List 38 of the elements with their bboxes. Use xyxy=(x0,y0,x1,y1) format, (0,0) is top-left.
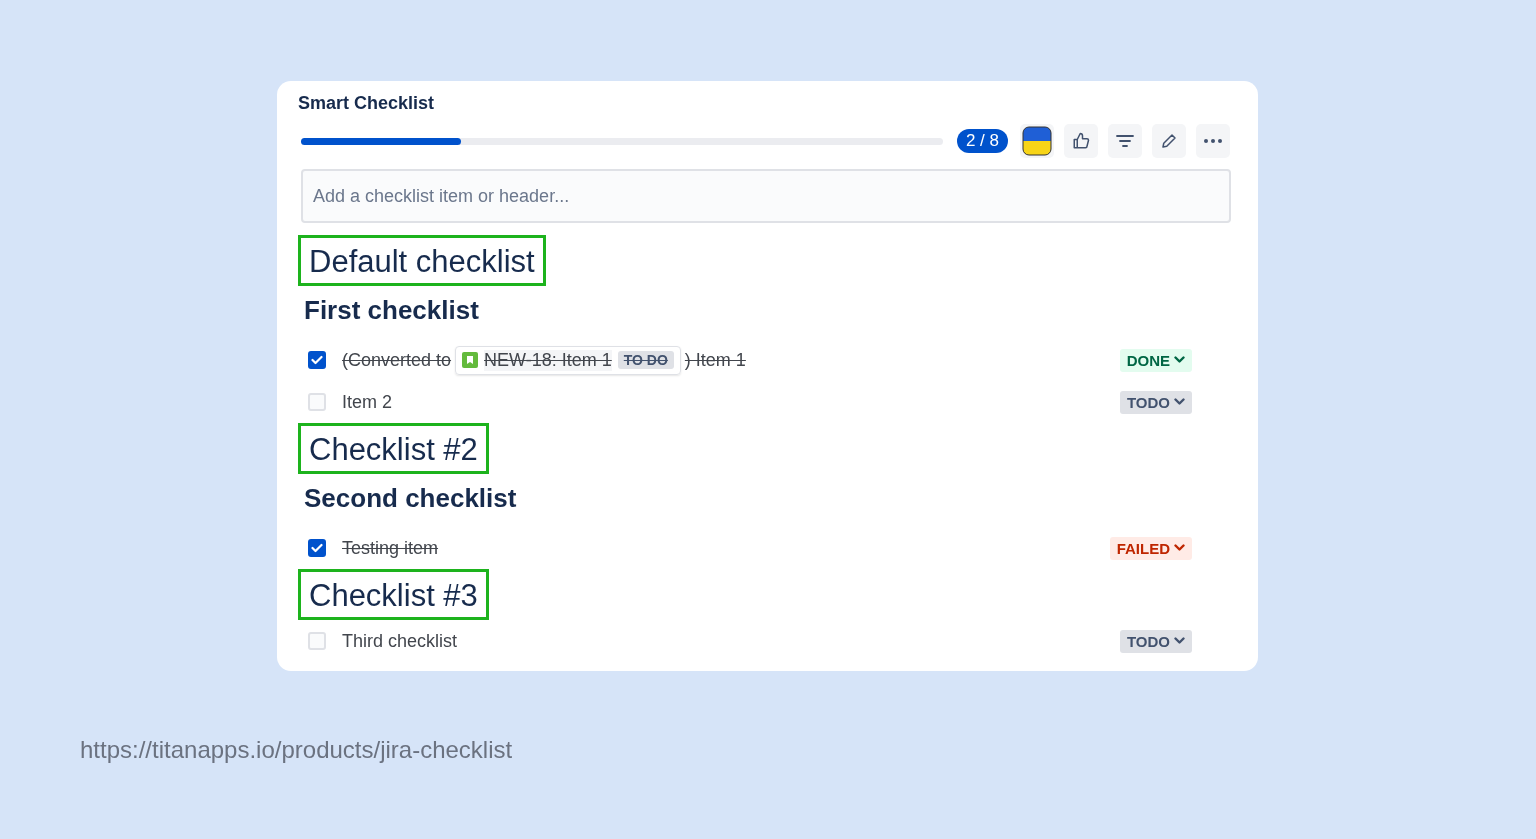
status-dropdown[interactable]: TODO xyxy=(1119,629,1192,653)
item-text: Testing item xyxy=(342,537,439,559)
checklist-header: Default checklist xyxy=(298,235,546,286)
pencil-icon xyxy=(1160,132,1178,150)
item-text: Item 2 xyxy=(342,391,393,413)
panel-title: Smart Checklist xyxy=(298,93,436,115)
flag-icon xyxy=(1022,126,1052,156)
source-url: https://titanapps.io/products/jira-checklist xyxy=(80,736,514,764)
item-text: (Converted to xyxy=(342,349,452,371)
more-button[interactable] xyxy=(1196,124,1230,158)
issue-link[interactable]: NEW-18: Item 1 TO DO xyxy=(455,345,681,375)
checklist-header: Checklist #3 xyxy=(298,569,489,620)
progress-count: 2 / 8 xyxy=(956,129,1008,153)
story-icon xyxy=(462,352,479,368)
filter-button[interactable] xyxy=(1108,124,1142,158)
filter-icon xyxy=(1116,134,1134,148)
thumbs-up-icon xyxy=(1072,132,1090,150)
chevron-icon xyxy=(1174,356,1185,364)
status-dropdown[interactable]: FAILED xyxy=(1109,536,1192,560)
checklist-header: Checklist #2 xyxy=(298,423,489,474)
flag-button[interactable] xyxy=(1020,124,1054,158)
chevron-icon xyxy=(1174,398,1185,406)
status-dropdown[interactable]: TODO xyxy=(1119,390,1192,414)
issue-status: TO DO xyxy=(617,351,674,369)
item-text: ) Item 1 xyxy=(684,349,746,371)
status-dropdown[interactable]: DONE xyxy=(1119,348,1192,372)
like-button[interactable] xyxy=(1064,124,1098,158)
checkbox[interactable] xyxy=(308,351,326,369)
more-icon xyxy=(1204,139,1222,143)
checkbox[interactable] xyxy=(308,539,326,557)
chevron-icon xyxy=(1174,544,1185,552)
add-item-field[interactable]: Add a checklist item or header... xyxy=(301,169,1231,223)
edit-button[interactable] xyxy=(1152,124,1186,158)
checklist-subheader: Second checklist xyxy=(303,482,518,515)
chevron-icon xyxy=(1174,637,1185,645)
issue-key: NEW-18: Item 1 xyxy=(484,349,612,371)
checklist-subheader: First checklist xyxy=(303,294,480,327)
item-text: Third checklist xyxy=(342,630,458,652)
